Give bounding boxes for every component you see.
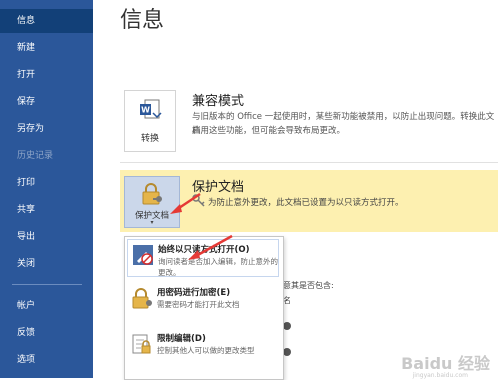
sidebar: 信息 新建 打开 保存 另存为 历史记录 打印 共享 导出 关闭 帐户 反馈 选… bbox=[0, 0, 93, 378]
inspect-text-line1: 意其是否包含: bbox=[283, 281, 334, 290]
word-doc-icon: W bbox=[140, 99, 162, 119]
sidebar-item-close[interactable]: 关闭 bbox=[0, 252, 93, 276]
convert-button[interactable]: W 转换 bbox=[124, 90, 176, 152]
protect-section: 保护文档 ▾ 保护文档 为防止意外更改，此文档已设置为以只读方式打开。 bbox=[120, 170, 498, 232]
menu-item-restrict-editing[interactable]: 限制编辑(D) 控制其他人可以做的更改类型 bbox=[127, 329, 279, 367]
protect-status-text: 为防止意外更改，此文档已设置为以只读方式打开。 bbox=[208, 198, 404, 208]
sidebar-item-print[interactable]: 打印 bbox=[0, 171, 93, 195]
sidebar-item-save[interactable]: 保存 bbox=[0, 90, 93, 114]
protect-document-button[interactable]: 保护文档 ▾ bbox=[124, 176, 180, 228]
pencil-no-edit-icon bbox=[133, 245, 153, 265]
sidebar-item-info[interactable]: 信息 bbox=[0, 9, 93, 33]
sidebar-divider bbox=[12, 284, 82, 285]
sidebar-item-export[interactable]: 导出 bbox=[0, 225, 93, 249]
compat-title: 兼容模式 bbox=[192, 94, 245, 109]
sidebar-item-new[interactable]: 新建 bbox=[0, 36, 93, 60]
menu-item-title: 用密码进行加密(E) bbox=[157, 288, 231, 298]
menu-item-desc: 控制其他人可以做的更改类型 bbox=[157, 346, 255, 355]
compat-desc-line2: 启用这些功能，但可能会导致布局更改。 bbox=[192, 126, 346, 136]
protect-title: 保护文档 bbox=[192, 180, 245, 195]
section-divider bbox=[120, 162, 498, 163]
convert-button-label: 转换 bbox=[140, 134, 159, 144]
sidebar-item-history: 历史记录 bbox=[17, 151, 54, 161]
sidebar-item-account[interactable]: 帐户 bbox=[0, 294, 93, 318]
menu-item-title: 限制编辑(D) bbox=[157, 334, 206, 344]
bullet-icon bbox=[283, 348, 291, 356]
sidebar-item-open[interactable]: 打开 bbox=[0, 63, 93, 87]
chevron-down-icon: ▾ bbox=[150, 219, 154, 226]
watermark-logo: Baidu 经验 bbox=[401, 354, 490, 373]
svg-text:W: W bbox=[141, 106, 150, 115]
menu-item-desc: 询问读者是否加入编辑，防止意外的更改。 bbox=[158, 257, 278, 277]
compat-section: W 转换 兼容模式 与旧版本的 Office 一起使用时，某些新功能被禁用，以防… bbox=[120, 80, 498, 154]
key-status-icon bbox=[192, 194, 205, 207]
restrict-edit-icon bbox=[132, 334, 151, 354]
sidebar-item-feedback[interactable]: 反馈 bbox=[0, 321, 93, 345]
protect-document-menu: 始终以只读方式打开(O) 询问读者是否加入编辑，防止意外的更改。 用密码进行加密… bbox=[124, 236, 284, 380]
menu-item-desc: 需要密码才能打开此文档 bbox=[157, 300, 240, 309]
menu-item-always-open-read-only[interactable]: 始终以只读方式打开(O) 询问读者是否加入编辑，防止意外的更改。 bbox=[127, 239, 279, 277]
menu-item-title: 始终以只读方式打开(O) bbox=[158, 245, 250, 255]
sidebar-item-options[interactable]: 选项 bbox=[0, 348, 93, 372]
menu-item-encrypt-with-password[interactable]: 用密码进行加密(E) 需要密码才能打开此文档 bbox=[127, 283, 279, 321]
inspect-text-line2: 名 bbox=[283, 296, 291, 305]
sidebar-item-save-as[interactable]: 另存为 bbox=[0, 117, 93, 141]
page-title: 信息 bbox=[120, 8, 165, 33]
sidebar-item-share[interactable]: 共享 bbox=[0, 198, 93, 222]
lock-key-icon bbox=[142, 183, 162, 205]
lock-key-icon bbox=[132, 288, 152, 309]
bullet-icon bbox=[283, 322, 291, 330]
